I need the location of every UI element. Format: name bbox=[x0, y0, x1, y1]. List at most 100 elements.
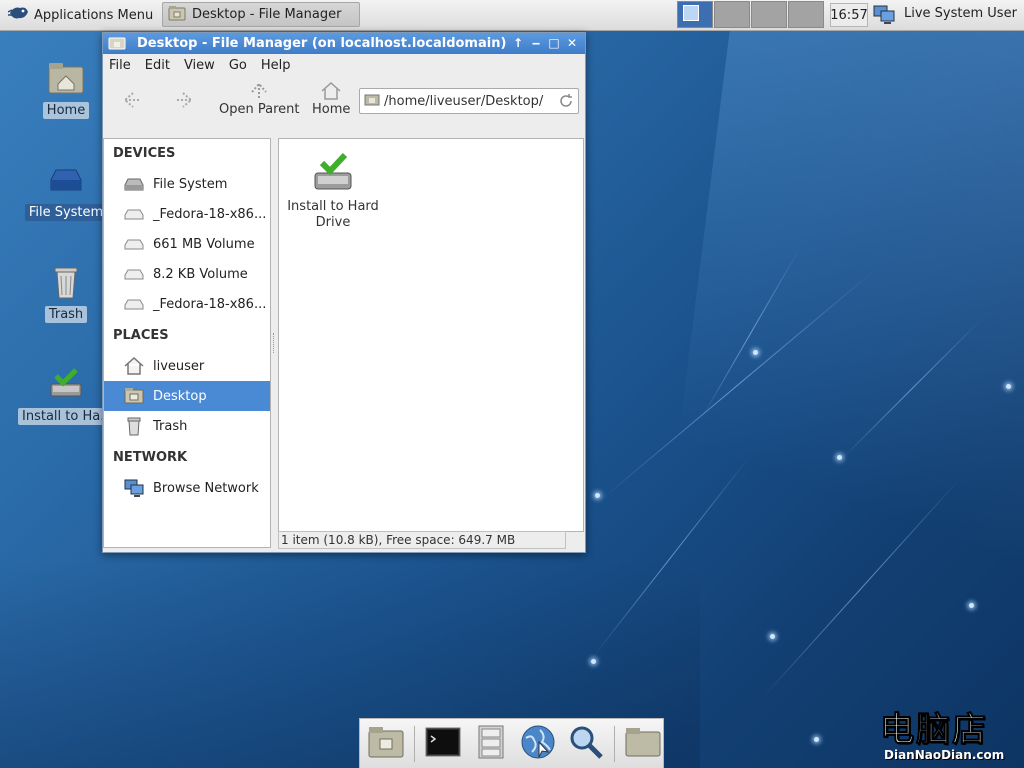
network-manager-icon[interactable] bbox=[872, 3, 896, 27]
sidebar-item-label: Desktop bbox=[153, 388, 207, 404]
wallpaper-sparkle bbox=[591, 659, 596, 664]
home-label: Home bbox=[312, 102, 351, 117]
menu-file[interactable]: File bbox=[109, 58, 131, 73]
dock bbox=[359, 718, 664, 768]
desktop-folder-icon bbox=[123, 385, 145, 407]
taskbar-file-manager-button[interactable]: Desktop - File Manager bbox=[162, 2, 360, 27]
file-view[interactable]: Install to Hard Drive bbox=[278, 138, 584, 532]
drive-icon bbox=[123, 173, 145, 195]
workspace-window-thumb bbox=[683, 5, 699, 21]
sidebar-heading-network: NETWORK bbox=[113, 450, 188, 465]
user-menu[interactable]: Live System User bbox=[904, 6, 1017, 21]
menu-view[interactable]: View bbox=[184, 58, 215, 73]
xfce-mouse-icon bbox=[7, 4, 30, 26]
workspace-1[interactable] bbox=[677, 1, 713, 28]
sidebar-item-label: _Fedora-18-x86... bbox=[153, 206, 267, 222]
top-panel: Applications Menu Desktop - File Manager… bbox=[0, 0, 1024, 31]
menu-help[interactable]: Help bbox=[261, 58, 291, 73]
dock-terminal[interactable] bbox=[423, 724, 463, 764]
minimize-icon[interactable]: ‒ bbox=[529, 35, 543, 51]
reload-icon[interactable] bbox=[558, 93, 574, 113]
desktop-icon-trash[interactable]: Trash bbox=[18, 262, 114, 323]
wallpaper-sparkle bbox=[969, 603, 974, 608]
file-item-label: Install to Hard Drive bbox=[287, 199, 379, 230]
terminal-icon bbox=[425, 727, 461, 761]
drive-icon bbox=[46, 160, 86, 200]
sidebar-item-label: _Fedora-18-x86... bbox=[153, 296, 267, 312]
dock-web-browser[interactable] bbox=[518, 724, 558, 764]
home-icon bbox=[123, 355, 145, 377]
menu-go[interactable]: Go bbox=[229, 58, 247, 73]
workspace-2[interactable] bbox=[714, 1, 750, 28]
dock-folder[interactable] bbox=[623, 724, 663, 764]
window-titlebar[interactable]: Desktop - File Manager (on localhost.loc… bbox=[103, 33, 585, 54]
sidebar-item-label: File System bbox=[153, 176, 228, 192]
watermark-text: 电脑店 bbox=[879, 710, 988, 750]
sidebar-item-661mb[interactable]: 661 MB Volume bbox=[104, 229, 270, 259]
sidebar: DEVICES File System _Fedora-18-x86... 66… bbox=[103, 138, 271, 548]
dock-file-cabinet[interactable] bbox=[471, 724, 511, 764]
open-parent-label: Open Parent bbox=[219, 102, 300, 117]
file-cabinet-icon bbox=[477, 725, 505, 763]
desktop-icon-home[interactable]: Home bbox=[18, 58, 114, 119]
sidebar-item-fedora-1[interactable]: _Fedora-18-x86... bbox=[104, 199, 270, 229]
desktop-icon-label: Home bbox=[42, 102, 90, 119]
forward-arrow-icon bbox=[173, 92, 197, 116]
trash-icon bbox=[123, 415, 145, 437]
dock-search[interactable] bbox=[566, 724, 606, 764]
folder-icon bbox=[624, 726, 662, 762]
workspace-switcher bbox=[677, 1, 824, 29]
pane-resize-handle[interactable] bbox=[273, 333, 277, 353]
open-parent-button[interactable]: Open Parent bbox=[219, 80, 299, 117]
sidebar-item-label: 8.2 KB Volume bbox=[153, 266, 248, 282]
menu-edit[interactable]: Edit bbox=[145, 58, 170, 73]
wallpaper-sparkle bbox=[814, 737, 819, 742]
watermark-url: DianNaoDian.com bbox=[884, 748, 1005, 762]
search-icon bbox=[568, 724, 604, 764]
sidebar-item-8kb[interactable]: 8.2 KB Volume bbox=[104, 259, 270, 289]
taskbar-label: Desktop - File Manager bbox=[192, 7, 342, 22]
sidebar-item-desktop[interactable]: Desktop bbox=[104, 381, 270, 411]
back-button[interactable] bbox=[119, 88, 143, 116]
wallpaper-sparkle bbox=[770, 634, 775, 639]
file-manager-icon bbox=[168, 5, 186, 25]
desktop-icon-install[interactable]: Install to Ha... bbox=[18, 364, 117, 425]
sidebar-item-browse-network[interactable]: Browse Network bbox=[104, 473, 270, 503]
drive-icon bbox=[123, 233, 145, 255]
drive-icon bbox=[123, 203, 145, 225]
file-manager-window: Desktop - File Manager (on localhost.loc… bbox=[102, 32, 586, 553]
desktop-icon-label: Trash bbox=[44, 306, 88, 323]
clock[interactable]: 16:57 bbox=[830, 3, 868, 27]
applications-menu-label: Applications Menu bbox=[34, 7, 154, 23]
dock-file-manager[interactable] bbox=[366, 724, 406, 764]
sidebar-item-trash[interactable]: Trash bbox=[104, 411, 270, 441]
sidebar-item-fedora-2[interactable]: _Fedora-18-x86... bbox=[104, 289, 270, 319]
wallpaper-sparkle bbox=[753, 350, 758, 355]
dock-separator bbox=[413, 725, 415, 762]
sidebar-item-file-system[interactable]: File System bbox=[104, 169, 270, 199]
file-manager-icon bbox=[108, 36, 126, 54]
applications-menu-button[interactable]: Applications Menu bbox=[4, 3, 157, 27]
home-icon bbox=[312, 80, 350, 102]
folder-icon bbox=[364, 92, 380, 110]
file-item-install[interactable]: Install to Hard Drive bbox=[285, 151, 381, 231]
keep-above-icon[interactable]: ↑ bbox=[511, 35, 525, 51]
home-button[interactable]: Home bbox=[312, 80, 350, 117]
watermark-logo: 电脑店 DianNaoDian.com bbox=[879, 710, 1005, 763]
drive-icon bbox=[123, 263, 145, 285]
trash-icon bbox=[46, 262, 86, 302]
home-folder-icon bbox=[46, 58, 86, 98]
location-path: /home/liveuser/Desktop/ bbox=[384, 93, 544, 109]
network-icon bbox=[123, 477, 145, 499]
desktop-icon-file-system[interactable]: File System bbox=[18, 160, 114, 221]
maximize-icon[interactable]: □ bbox=[547, 35, 561, 51]
sidebar-item-label: 661 MB Volume bbox=[153, 236, 255, 252]
location-bar[interactable]: /home/liveuser/Desktop/ bbox=[359, 88, 579, 114]
up-arrow-icon bbox=[219, 80, 299, 102]
close-icon[interactable]: ✕ bbox=[565, 35, 579, 51]
forward-button[interactable] bbox=[173, 88, 197, 116]
sidebar-item-liveuser[interactable]: liveuser bbox=[104, 351, 270, 381]
wallpaper-sparkle bbox=[837, 455, 842, 460]
workspace-3[interactable] bbox=[751, 1, 787, 28]
workspace-4[interactable] bbox=[788, 1, 824, 28]
